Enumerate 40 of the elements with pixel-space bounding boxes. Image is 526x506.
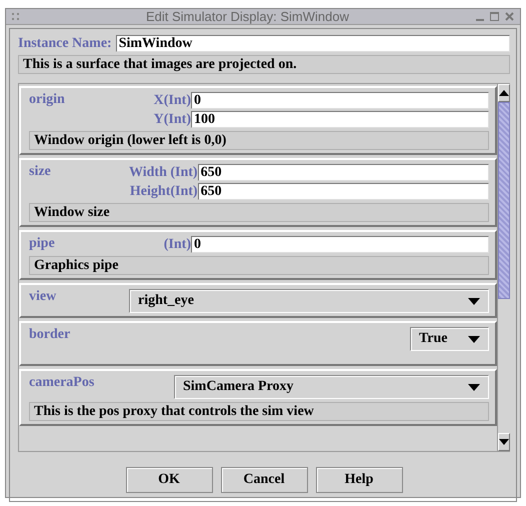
field-label: Y(Int) [154, 112, 191, 128]
property-description: Window size [29, 203, 489, 222]
input-field[interactable]: 650 [198, 183, 489, 200]
property-name: pipe [29, 236, 56, 252]
dialog-button[interactable]: Cancel [220, 467, 308, 493]
property-name: border [29, 327, 72, 343]
dropdown-arrow-icon [468, 298, 480, 304]
input-field[interactable]: 100 [191, 111, 489, 128]
field-label: (Int) [164, 236, 191, 252]
input-field[interactable]: 0 [191, 236, 489, 253]
dialog-button[interactable]: OK [126, 467, 212, 493]
grip-icon [12, 13, 19, 20]
property-name: view [29, 289, 58, 305]
scrollbar[interactable] [497, 84, 510, 451]
instance-name-label: Instance Name: [18, 36, 112, 52]
instance-description: This is a surface that images are projected on. [18, 55, 510, 74]
dropdown[interactable]: SimCamera Proxy [174, 375, 489, 399]
scroll-down-icon[interactable] [499, 439, 509, 445]
property-name: size [29, 164, 52, 180]
scroll-thumb[interactable] [498, 102, 510, 299]
property-name: cameraPos [29, 375, 96, 391]
maximize-icon[interactable] [490, 12, 499, 21]
dropdown[interactable]: True [410, 327, 489, 351]
field-label: X(Int) [154, 92, 191, 108]
input-field[interactable]: 0 [191, 92, 489, 109]
dropdown-arrow-icon [468, 336, 480, 342]
instance-name-field[interactable]: SimWindow [116, 35, 510, 52]
dialog-button[interactable]: Help [316, 467, 402, 493]
input-field[interactable]: 650 [198, 164, 489, 181]
dropdown[interactable]: right_eye [129, 289, 489, 313]
property-description: This is the pos proxy that controls the sim view [29, 402, 489, 421]
window-title: Edit Simulator Display: SimWindow [144, 9, 350, 24]
scroll-up-icon[interactable] [499, 90, 509, 96]
field-label: Width (Int) [129, 164, 198, 180]
close-icon[interactable] [505, 12, 514, 21]
dropdown-arrow-icon [468, 384, 480, 390]
property-description: Graphics pipe [29, 256, 489, 275]
property-name: origin [29, 92, 66, 108]
field-label: Height(Int) [130, 184, 198, 200]
property-description: Window origin (lower left is 0,0) [29, 131, 489, 150]
